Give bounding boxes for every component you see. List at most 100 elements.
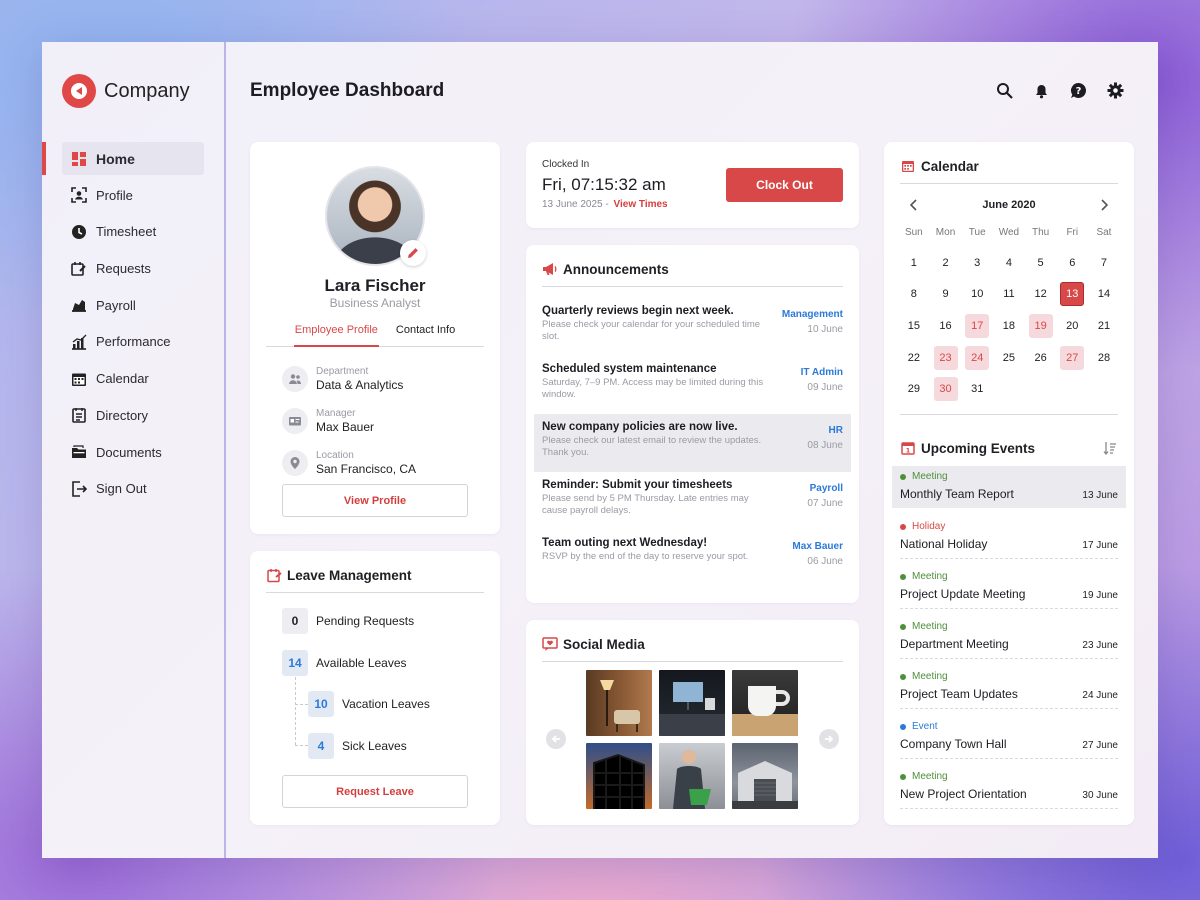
event-item[interactable]: Meeting Project Update Meeting 19 June — [892, 566, 1126, 608]
calendar-day[interactable]: 28 — [1088, 342, 1120, 374]
request-leave-button[interactable]: Request Leave — [282, 775, 468, 808]
calendar-day[interactable]: 8 — [898, 279, 930, 311]
calendar-day[interactable]: 31 — [961, 373, 993, 405]
event-date: 17 June — [1082, 540, 1118, 551]
calendar-day-number: 5 — [1037, 256, 1044, 269]
social-image-lamp[interactable] — [586, 670, 652, 736]
announcement-tag[interactable]: Max Bauer — [792, 541, 843, 552]
carousel-next-button[interactable] — [819, 729, 839, 749]
calendar-day[interactable]: 16 — [930, 310, 962, 342]
profile-card: Lara Fischer Business Analyst Employee P… — [250, 142, 500, 534]
calendar-day[interactable]: 22 — [898, 342, 930, 374]
calendar-day[interactable]: 20 — [1056, 310, 1088, 342]
calendar-day[interactable]: 26 — [1025, 342, 1057, 374]
vacation-label: Vacation Leaves — [342, 697, 430, 711]
announcement-tag[interactable]: Management — [782, 309, 843, 320]
calendar-day[interactable]: 29 — [898, 373, 930, 405]
tab-employee-profile[interactable]: Employee Profile — [293, 324, 379, 347]
calendar-day-number: 8 — [910, 288, 917, 301]
calendar-day[interactable]: 13 — [1056, 279, 1088, 311]
calendar-day[interactable]: 24 — [961, 342, 993, 374]
gear-icon[interactable] — [1107, 82, 1124, 99]
social-image-shopping[interactable] — [659, 743, 725, 809]
sidebar-item-documents[interactable]: Documents — [62, 436, 204, 469]
calendar-empty-cell — [1056, 373, 1088, 405]
calendar-day[interactable]: 19 — [1025, 310, 1057, 342]
calendar-day[interactable]: 3 — [961, 247, 993, 279]
calendar-day[interactable]: 4 — [993, 247, 1025, 279]
social-image-building[interactable] — [586, 743, 652, 809]
event-item[interactable]: Holiday National Holiday 17 June — [892, 516, 1126, 558]
calendar-day-number: 28 — [1097, 351, 1111, 364]
sidebar-item-directory[interactable]: Directory — [62, 399, 204, 432]
tab-contact-info[interactable]: Contact Info — [395, 324, 456, 347]
calendar-day[interactable]: 7 — [1088, 247, 1120, 279]
calendar-day[interactable]: 21 — [1088, 310, 1120, 342]
event-item[interactable]: Event Company Town Hall 27 June — [892, 716, 1126, 758]
calendar-day-number: 11 — [1003, 288, 1015, 301]
calendar-day[interactable]: 12 — [1025, 279, 1057, 311]
sidebar-item-requests[interactable]: Requests — [62, 252, 204, 285]
app-window: Company Home Profile Timesheet Requests … — [42, 42, 1158, 858]
help-icon[interactable]: ? — [1070, 82, 1087, 99]
event-item[interactable]: Meeting Project Team Updates 24 June — [892, 666, 1126, 708]
sidebar-item-label: Timesheet — [96, 224, 157, 240]
card-title: Social Media — [542, 636, 645, 652]
sidebar-item-calendar[interactable]: Calendar — [62, 362, 204, 395]
next-month-button[interactable] — [1096, 197, 1112, 213]
sidebar-item-home[interactable]: Home — [42, 142, 204, 175]
social-image-warehouse[interactable] — [732, 743, 798, 809]
event-item[interactable]: Meeting Monthly Team Report 13 June — [892, 466, 1126, 508]
view-times-link[interactable]: View Times — [614, 199, 668, 210]
event-item[interactable]: Meeting Department Meeting 23 June — [892, 616, 1126, 658]
announcement-item[interactable]: Scheduled system maintenance Saturday, 7… — [534, 356, 851, 414]
calendar-day[interactable]: 18 — [993, 310, 1025, 342]
event-item[interactable]: Meeting New Project Orientation 30 June — [892, 766, 1126, 808]
sidebar-item-performance[interactable]: Performance — [62, 325, 204, 358]
calendar-day[interactable]: 1 — [898, 247, 930, 279]
calendar-day[interactable]: 14 — [1088, 279, 1120, 311]
social-image-coffee-cup[interactable] — [732, 670, 798, 736]
event-type-dot — [900, 623, 906, 630]
calendar-day[interactable]: 17 — [961, 310, 993, 342]
calendar-day[interactable]: 10 — [961, 279, 993, 311]
social-image-desk[interactable] — [659, 670, 725, 736]
bell-icon[interactable] — [1033, 82, 1050, 99]
event-type-dot — [900, 673, 906, 680]
calendar-day[interactable]: 11 — [993, 279, 1025, 311]
announcement-item[interactable]: Quarterly reviews begin next week. Pleas… — [534, 298, 851, 356]
announcement-item[interactable]: Team outing next Wednesday! RSVP by the … — [534, 530, 851, 588]
search-icon[interactable] — [996, 82, 1013, 99]
event-type-dot — [900, 473, 906, 480]
calendar-day[interactable]: 27 — [1056, 342, 1088, 374]
sidebar-item-sign-out[interactable]: Sign Out — [62, 472, 204, 505]
card-title: Announcements — [542, 261, 669, 277]
brand-logo[interactable]: Company — [62, 74, 190, 108]
calendar-day-number: 22 — [907, 351, 920, 364]
carousel-prev-button[interactable] — [546, 729, 566, 749]
calendar-day[interactable]: 15 — [898, 310, 930, 342]
calendar-day[interactable]: 9 — [930, 279, 962, 311]
announcement-tag[interactable]: Payroll — [810, 483, 843, 494]
announcement-item[interactable]: New company policies are now live. Pleas… — [534, 414, 851, 472]
event-type: Holiday — [900, 521, 1118, 532]
calendar-day[interactable]: 2 — [930, 247, 962, 279]
edit-avatar-button[interactable] — [400, 240, 426, 266]
sidebar-item-payroll[interactable]: Payroll — [62, 289, 204, 322]
clock-out-button[interactable]: Clock Out — [726, 168, 843, 202]
view-profile-button[interactable]: View Profile — [282, 484, 468, 517]
calendar-day[interactable]: 25 — [993, 342, 1025, 374]
calendar-icon — [900, 158, 916, 174]
announcement-item[interactable]: Reminder: Submit your timesheets Please … — [534, 472, 851, 530]
announcement-tag[interactable]: IT Admin — [801, 367, 843, 378]
sort-icon[interactable] — [1102, 440, 1118, 456]
announcement-tag[interactable]: HR — [829, 425, 843, 436]
calendar-day[interactable]: 23 — [930, 342, 962, 374]
calendar-day[interactable]: 5 — [1025, 247, 1057, 279]
calendar-day[interactable]: 30 — [930, 373, 962, 405]
sidebar-item-timesheet[interactable]: Timesheet — [62, 215, 204, 248]
calendar-day[interactable]: 6 — [1056, 247, 1088, 279]
social-media-card: Social Media — [526, 620, 859, 825]
sidebar-item-profile[interactable]: Profile — [62, 179, 204, 212]
calendar-days: 1 2 3 4 5 6 7 8 9 10 11 12 13 14 15 16 17 18 19 20 21 22 23 24 2… — [898, 247, 1120, 405]
